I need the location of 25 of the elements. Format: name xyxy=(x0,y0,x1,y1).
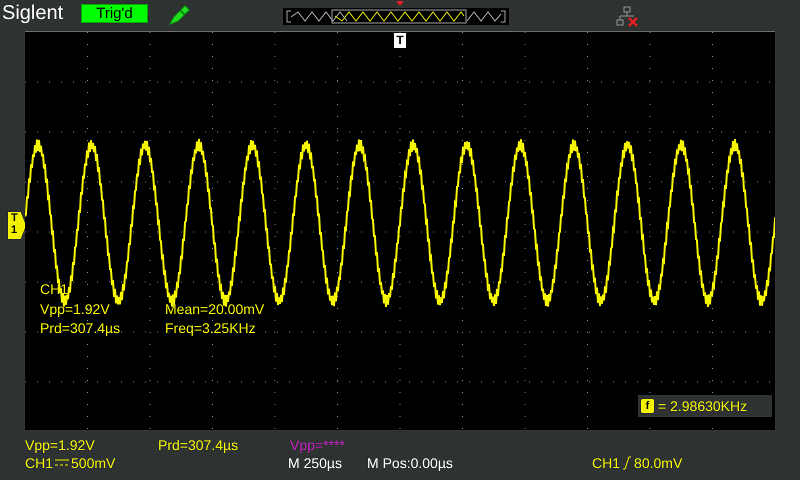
measurement-readout: Vpp=**** xyxy=(290,438,345,452)
measurement-text: Prd=307.4µs xyxy=(40,321,120,335)
frequency-icon: f xyxy=(641,399,654,413)
measurement-text: Mean=20.00mV xyxy=(165,302,264,316)
measurement-text: Freq=3.25KHz xyxy=(165,321,256,335)
timebase: M 250µs xyxy=(288,456,343,470)
vertical-scale: 500mV xyxy=(71,456,116,470)
probe-icon xyxy=(168,4,192,26)
trigger-level: 80.0mV xyxy=(634,456,682,470)
rising-edge-icon xyxy=(622,456,632,470)
measurement-text: Vpp=1.92V xyxy=(40,302,110,316)
measurement-readout: Prd=307.4µs xyxy=(158,438,240,452)
measurement-readout: Vpp=1.92V xyxy=(25,438,96,452)
trigger-pointer-icon xyxy=(396,1,404,6)
brand-name: Siglent xyxy=(2,3,64,23)
trigger-status: Trig'd xyxy=(81,4,148,23)
channel-name: CH1 xyxy=(25,456,54,470)
marker-label: T xyxy=(11,212,18,224)
frequency-value: = 2.98630KHz xyxy=(658,399,748,413)
trigger-source: CH1 xyxy=(592,456,620,470)
marker-label: 1 xyxy=(11,224,18,236)
horizontal-position: M Pos:0.00µs xyxy=(367,456,454,470)
dc-coupling-icon xyxy=(55,459,70,467)
network-disconnected-icon xyxy=(616,6,640,28)
trigger-position-marker: T xyxy=(394,33,406,48)
